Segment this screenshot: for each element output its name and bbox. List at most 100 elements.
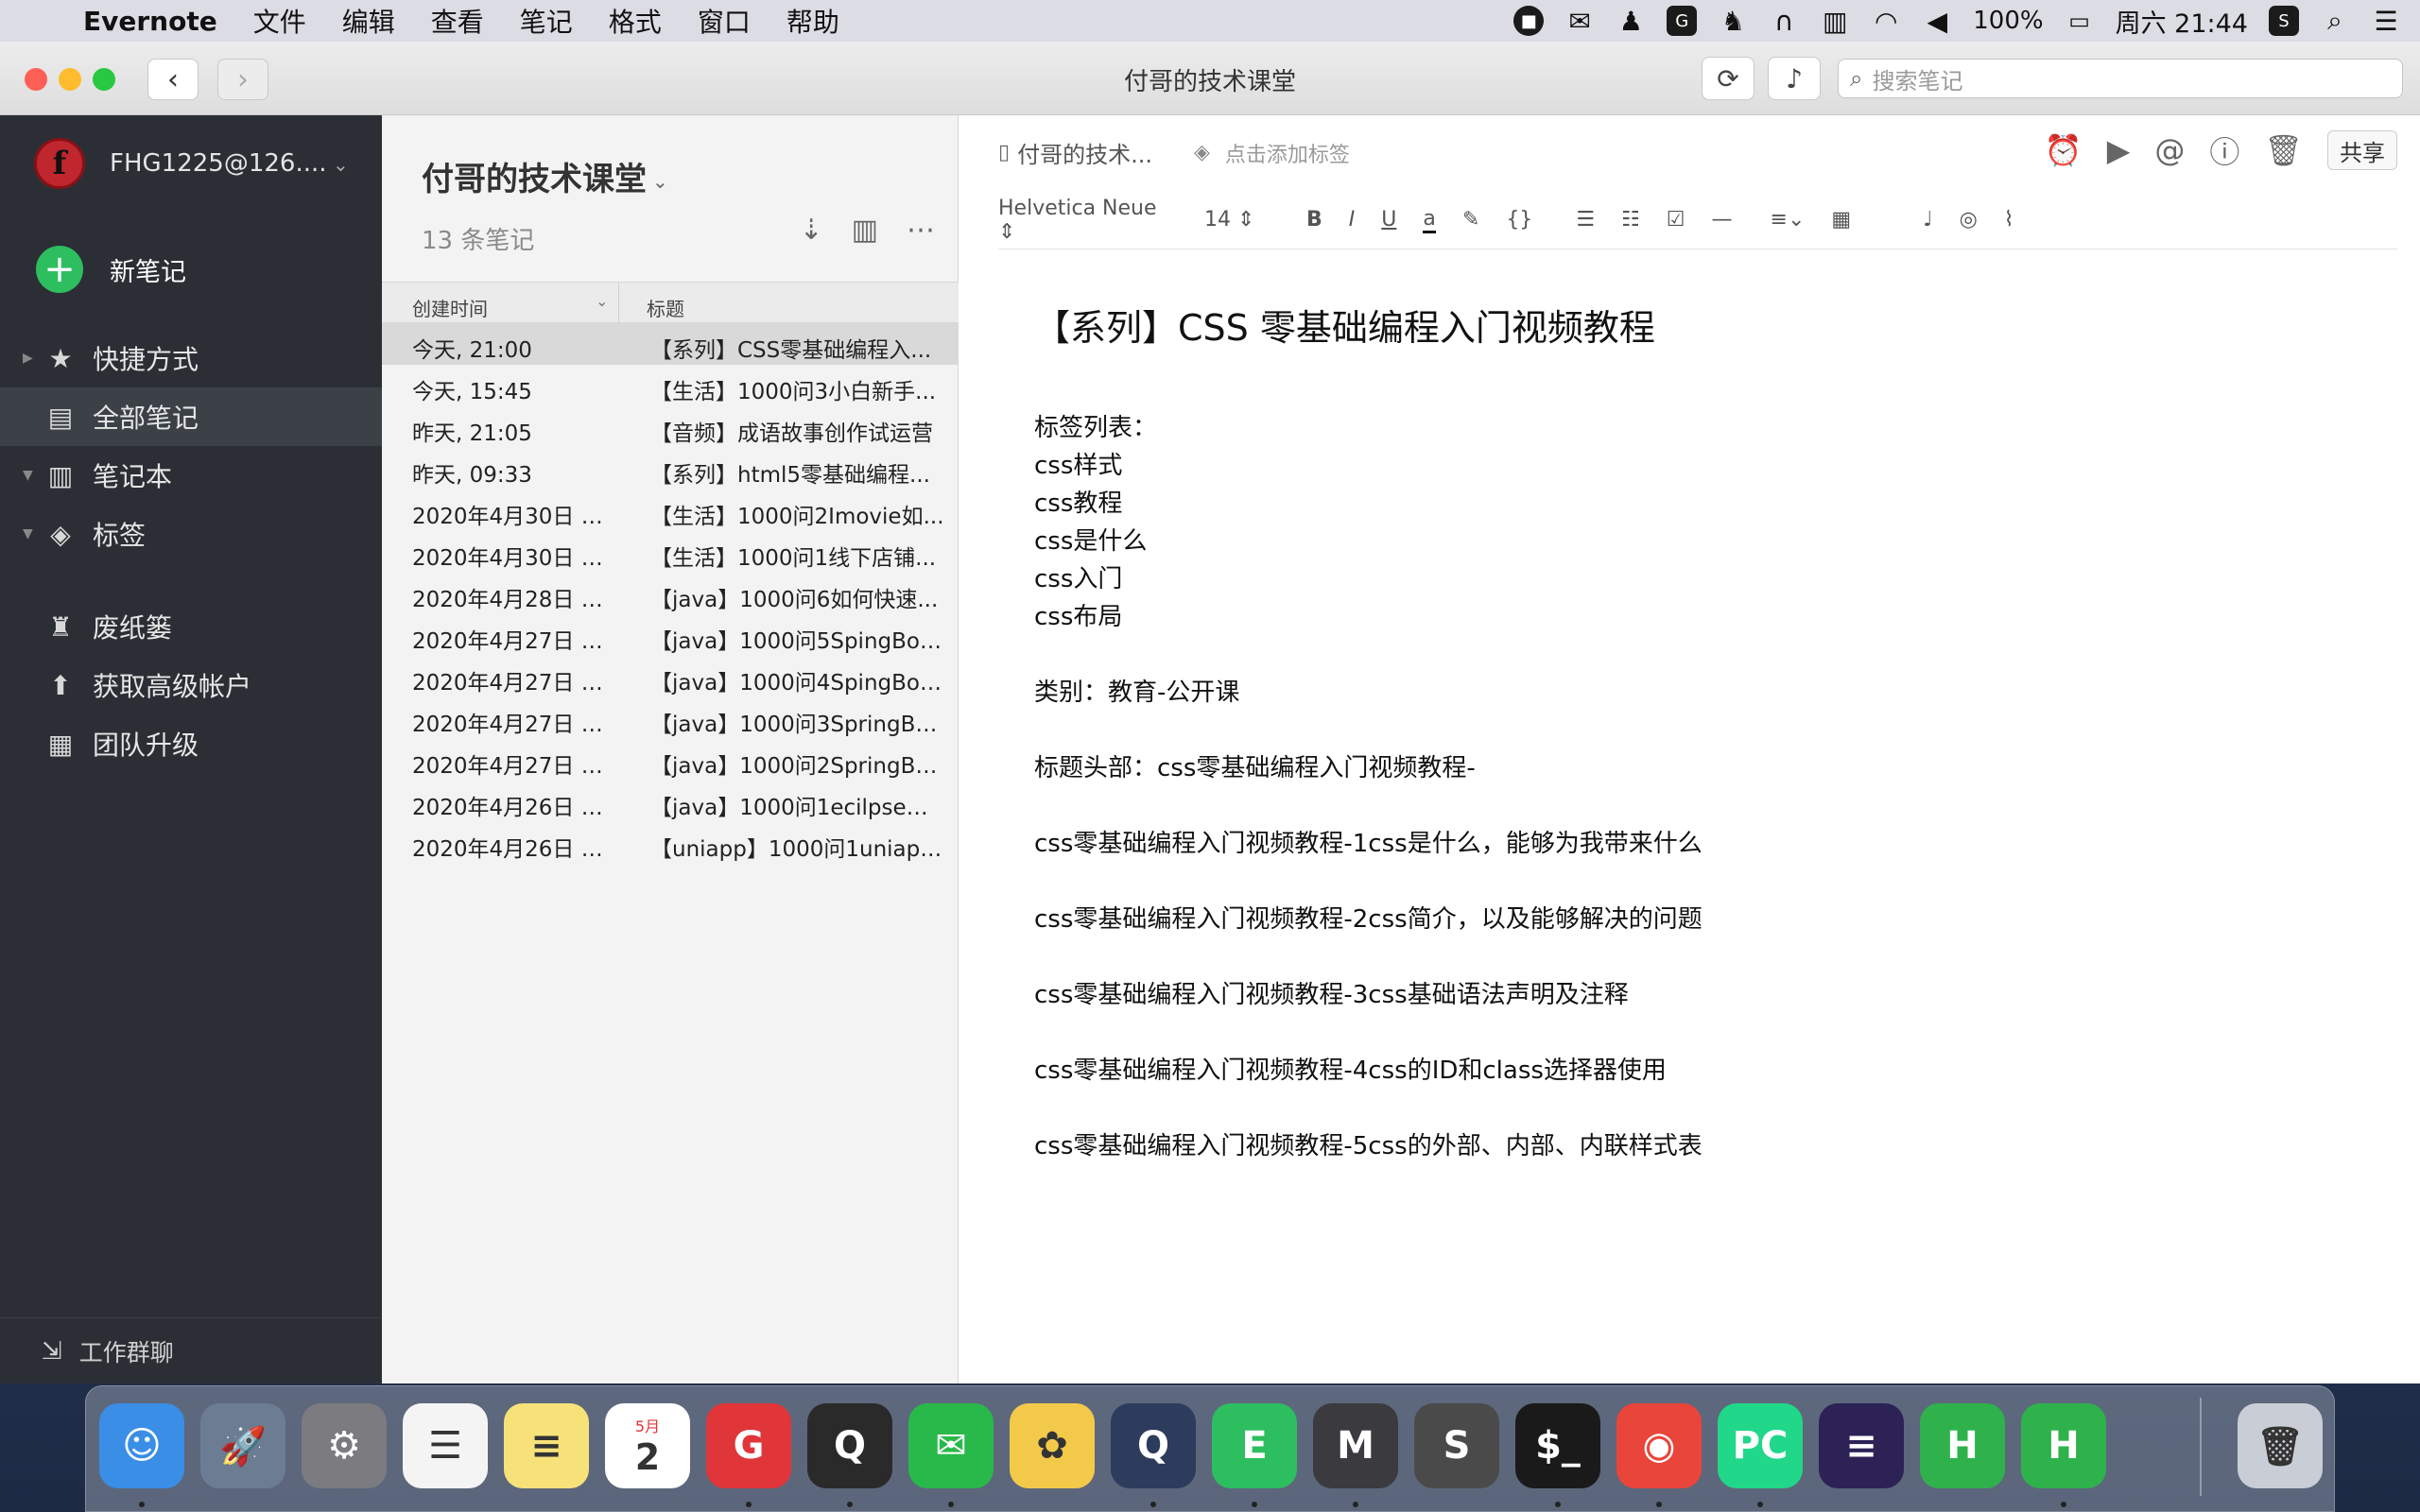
back-button[interactable]: ‹: [147, 59, 199, 100]
table-row[interactable]: 2020年4月27日 09... 【java】1000问3SpringBo...: [382, 697, 959, 739]
menu-app-name[interactable]: Evernote: [83, 6, 217, 37]
dock-hbuilder-2-icon[interactable]: H: [2021, 1403, 2106, 1488]
table-row[interactable]: 2020年4月27日 10... 【java】1000问4SpingBoo...: [382, 656, 959, 697]
share-button[interactable]: 共享: [2327, 130, 2397, 170]
expand-arrow-icon[interactable]: ▼: [23, 468, 33, 483]
sidebar-item-notebooks[interactable]: ▼ ▥ 笔记本: [0, 446, 382, 505]
numbered-list-icon[interactable]: ☷: [1621, 208, 1640, 232]
column-created[interactable]: 创建时间: [412, 294, 488, 321]
dock-quicktime-icon[interactable]: Q: [1111, 1403, 1196, 1488]
dock-hbuilder-1-icon[interactable]: H: [1920, 1403, 2005, 1488]
bold-icon[interactable]: B: [1306, 208, 1322, 232]
new-note-button[interactable]: + 新笔记: [36, 246, 186, 293]
dock-chrome-icon[interactable]: ◉: [1616, 1403, 1702, 1488]
checkbox-icon[interactable]: ☑: [1667, 208, 1685, 232]
table-row[interactable]: 今天, 15:45 【生活】1000问3小白新手...: [382, 365, 959, 406]
dock-sublime-text-icon[interactable]: S: [1414, 1403, 1499, 1488]
volume-icon[interactable]: ◀: [1922, 6, 1952, 37]
keyboard-icon[interactable]: ▥: [1820, 6, 1850, 37]
dock-yellow-app-icon[interactable]: ✿: [1010, 1403, 1095, 1488]
expand-arrow-icon[interactable]: ▼: [23, 526, 33, 541]
forward-button[interactable]: ›: [217, 59, 268, 100]
chevron-down-icon[interactable]: ⌄: [333, 153, 349, 176]
dock-reminders-icon[interactable]: ☰: [403, 1403, 488, 1488]
dock-launchpad-icon[interactable]: 🚀: [200, 1403, 285, 1488]
sync-button[interactable]: ⟳: [1702, 57, 1754, 100]
table-row[interactable]: 昨天, 09:33 【系列】html5零基础编程...: [382, 448, 959, 490]
notifications-button[interactable]: ♪: [1768, 57, 1821, 100]
note-notebook[interactable]: 付哥的技术...: [1017, 136, 1152, 169]
wifi-icon[interactable]: ◠: [1871, 6, 1901, 37]
reminder-icon[interactable]: ⏰: [2045, 132, 2083, 168]
sort-chevron-icon[interactable]: ⌄: [596, 292, 608, 310]
sort-icon[interactable]: ⇣: [800, 214, 823, 247]
highlight-icon[interactable]: ✎: [1462, 208, 1479, 232]
notebook-title[interactable]: 付哥的技术课堂 ⌄: [422, 153, 668, 199]
presentation-icon[interactable]: ▶: [2107, 132, 2131, 168]
sidebar-item-tags[interactable]: ▼ ◈ 标签: [0, 505, 382, 563]
note-content[interactable]: 【系列】CSS 零基础编程入门视频教程 标签列表： css样式 css教程 cs…: [1034, 299, 2377, 1165]
close-window-button[interactable]: [25, 68, 47, 91]
microphone-icon[interactable]: ♩: [1923, 208, 1932, 232]
attachment-icon[interactable]: ⌇: [2004, 208, 2014, 232]
menu-format[interactable]: 格式: [609, 2, 662, 40]
dock-calendar-icon[interactable]: 5月 2: [605, 1403, 690, 1488]
zoom-window-button[interactable]: [93, 68, 115, 91]
dock-notes-icon[interactable]: ≡: [504, 1403, 589, 1488]
more-options-icon[interactable]: ⋯: [907, 214, 935, 247]
search-input[interactable]: ⌕ 搜索笔记: [1838, 59, 2403, 98]
menu-file[interactable]: 文件: [253, 2, 306, 40]
dock-system-preferences-icon[interactable]: ⚙: [302, 1403, 387, 1488]
dock-qq-icon[interactable]: Q: [807, 1403, 892, 1488]
code-block-icon[interactable]: {}: [1506, 208, 1532, 232]
table-row[interactable]: 2020年4月30日 18... 【生活】1000问1线下店铺...: [382, 531, 959, 573]
dock-trash-icon[interactable]: 🗑: [2238, 1403, 2323, 1488]
menu-window[interactable]: 窗口: [698, 2, 751, 40]
qq-status-icon[interactable]: ♟: [1616, 6, 1646, 37]
menu-note[interactable]: 笔记: [520, 2, 573, 40]
dock-eclipse-icon[interactable]: ≡: [1819, 1403, 1904, 1488]
dock-code-editor-icon[interactable]: M: [1313, 1403, 1398, 1488]
image-icon[interactable]: ◎: [1960, 208, 1978, 232]
table-row[interactable]: 2020年4月26日 20... 【uniapp】1000问1uniapp...: [382, 822, 959, 864]
dock-terminal-icon[interactable]: $_: [1515, 1403, 1600, 1488]
align-icon[interactable]: ≡⌄: [1771, 208, 1806, 232]
column-divider[interactable]: [618, 283, 619, 324]
column-title[interactable]: 标题: [647, 294, 684, 321]
table-row[interactable]: 2020年4月27日 09... 【java】1000问2SpringBo...: [382, 739, 959, 781]
table-row[interactable]: 今天, 21:00 【系列】CSS零基础编程入...: [382, 323, 959, 365]
work-chat-button[interactable]: ⇲ 工作群聊: [0, 1317, 382, 1383]
dock-pycharm-icon[interactable]: PC: [1718, 1403, 1803, 1488]
sidebar-item-upgrade[interactable]: ⬆ 获取高级帐户: [0, 656, 382, 714]
table-icon[interactable]: ▦: [1831, 208, 1851, 232]
bullet-list-icon[interactable]: ☰: [1576, 208, 1595, 232]
sidebar-item-team-upgrade[interactable]: ▦ 团队升级: [0, 714, 382, 773]
expand-arrow-icon[interactable]: ▶: [23, 351, 33, 366]
view-layout-icon[interactable]: ▥: [852, 214, 878, 247]
font-family-select[interactable]: Helvetica Neue ⇕: [998, 197, 1178, 244]
trash-icon[interactable]: 🗑: [2264, 132, 2303, 168]
dock-wechat-icon[interactable]: ✉: [908, 1403, 994, 1488]
spotlight-icon[interactable]: ⌕: [2320, 5, 2350, 36]
sidebar-item-trash[interactable]: ♜ 废纸篓: [0, 597, 382, 656]
g-app-icon[interactable]: G: [1667, 6, 1698, 36]
underline-icon[interactable]: U: [1381, 208, 1396, 232]
note-title[interactable]: 【系列】CSS 零基础编程入门视频教程: [1034, 299, 2377, 351]
menu-edit[interactable]: 编辑: [342, 2, 395, 40]
stop-icon[interactable]: ■: [1513, 6, 1545, 36]
text-color-icon[interactable]: a: [1423, 207, 1436, 233]
info-icon[interactable]: ⓘ: [2209, 129, 2239, 172]
table-row[interactable]: 2020年4月30日 21... 【生活】1000问2Imovie如...: [382, 490, 959, 531]
account-switcher[interactable]: f FHG1225@126....: [34, 138, 327, 189]
menu-view[interactable]: 查看: [431, 2, 484, 40]
table-row[interactable]: 2020年4月28日 10... 【java】1000问6如何快速...: [382, 573, 959, 614]
notification-center-icon[interactable]: ☰: [2371, 6, 2401, 37]
font-size-select[interactable]: 14 ⇕: [1204, 208, 1280, 232]
wechat-status-icon[interactable]: ✉: [1564, 6, 1595, 37]
battery-icon[interactable]: ▭: [2065, 6, 2095, 36]
work-chat-icon[interactable]: @: [2154, 132, 2185, 168]
dock-git-tool-icon[interactable]: G: [706, 1403, 791, 1488]
menu-help[interactable]: 帮助: [786, 2, 839, 40]
table-row[interactable]: 昨天, 21:05 【音频】成语故事创作试运营: [382, 406, 959, 448]
divider-icon[interactable]: —: [1712, 208, 1733, 232]
